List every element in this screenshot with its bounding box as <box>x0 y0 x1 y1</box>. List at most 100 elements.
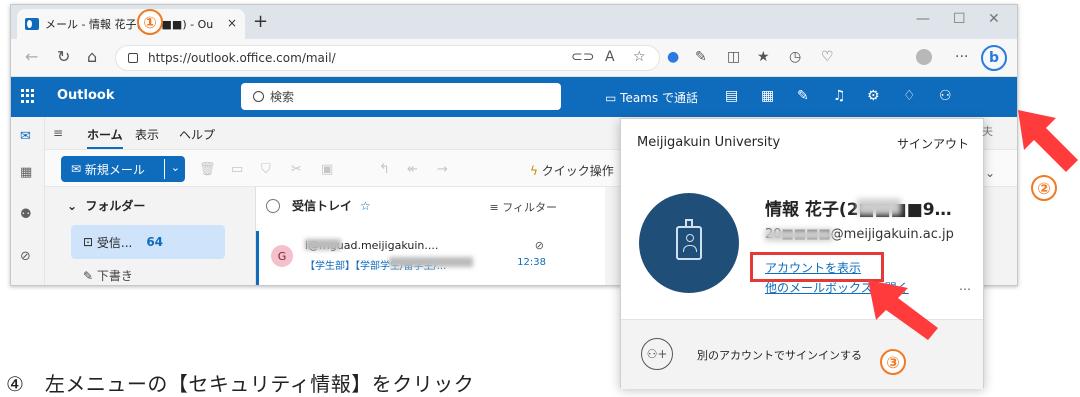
message-list: 受信トレイ ☆ ≡ フィルター G i@mguad.meijigakuin...… <box>255 187 605 285</box>
message-time: 12:38 <box>517 257 546 268</box>
favorite-star-icon[interactable]: ☆ <box>360 199 371 213</box>
favorite-star-icon[interactable]: ☆ <box>633 49 646 65</box>
filter-label: フィルター <box>502 201 557 214</box>
quick-steps-button[interactable]: ϟ クイック操作 <box>530 162 614 179</box>
lightning-icon: ϟ <box>530 164 538 178</box>
reply-all-icon[interactable]: ↞ <box>407 162 418 177</box>
browser-tab-outlook[interactable]: メール - 情報 花子(■■■■) - Ou × <box>17 9 245 39</box>
url-text: https://outlook.office.com/mail/ <box>148 51 336 65</box>
step-1-marker: ① <box>137 9 163 35</box>
lock-icon <box>128 53 138 63</box>
folder-inbox[interactable]: ⊡ 受信... 64 <box>71 225 225 259</box>
tab-title: メール - 情報 花子(■■■■) - Ou <box>45 18 214 31</box>
maximize-icon[interactable]: ☐ <box>953 11 966 27</box>
chevron-down-icon[interactable]: ⌄ <box>171 161 180 174</box>
outlook-header: Outlook 検索 ▭ Teams で通話 ▤ ▦ ✎ ♫ ⚙ ♢ ⚇ <box>11 77 1017 117</box>
forward-icon[interactable]: → <box>437 162 448 177</box>
account-person-icon[interactable]: ⚇ <box>939 88 952 104</box>
tab-help[interactable]: ヘルプ <box>179 126 215 143</box>
outlook-tab-icon <box>25 18 39 30</box>
add-person-icon: ⚇+ <box>641 338 673 370</box>
attachment-icon[interactable]: ⊘ <box>20 249 31 264</box>
app-rail: ✉ ▦ ⚉ ⊘ <box>11 117 45 285</box>
drafts-label: 下書き <box>96 269 133 283</box>
inbox-label: 受信... <box>96 235 133 250</box>
performance-icon[interactable]: ♡ <box>821 49 834 65</box>
inbox-count: 64 <box>146 235 164 249</box>
address-bar: ← ↻ ⌂ https://outlook.office.com/mail/ ⊂… <box>11 39 1017 77</box>
people-icon[interactable]: ⚉ <box>20 207 32 222</box>
attachment-icon: ⊘ <box>534 239 544 252</box>
step-2-marker: ② <box>1031 175 1057 201</box>
account-avatar <box>639 193 739 293</box>
history-icon[interactable]: ◷ <box>789 49 801 65</box>
tab-view[interactable]: 表示 <box>135 126 159 143</box>
reader-icon[interactable]: ⊂⊃ <box>571 49 594 65</box>
step-4-instruction: ④ 左メニューの【セキュリティ情報】をクリック <box>6 372 475 396</box>
arrow-2-icon <box>1018 110 1078 172</box>
organization-name: Meijigakuin University <box>637 135 781 150</box>
split-screen-icon[interactable]: ◫ <box>727 49 740 65</box>
bing-copilot-icon[interactable]: b <box>981 45 1007 71</box>
folders-header[interactable]: ⌄ フォルダー <box>67 197 145 214</box>
inbox-icon: ⊡ <box>83 235 97 249</box>
teams-call-button[interactable]: ▭ Teams で通話 <box>605 89 698 106</box>
report-icon[interactable]: ⛉ <box>261 162 271 177</box>
signout-link[interactable]: サインアウト <box>897 135 969 152</box>
minimize-icon[interactable]: — <box>916 11 930 27</box>
extensions-icon[interactable]: ✎ <box>695 49 707 65</box>
close-tab-icon[interactable]: × <box>227 16 237 30</box>
archive-icon[interactable]: ▭ <box>231 162 243 177</box>
read-aloud-icon[interactable]: A <box>605 49 615 65</box>
message-list-header: 受信トレイ ☆ <box>266 197 371 214</box>
window-close-icon[interactable]: ✕ <box>988 11 1000 27</box>
folder-pane: ⌄ フォルダー ⊡ 受信... 64 ✎ 下書き <box>45 187 255 285</box>
truncated-text: 夫 <box>982 125 993 138</box>
list-item[interactable]: G i@mguad.meijigakuin.... ⊘ 【学生部】【学部学生/留… <box>256 231 556 285</box>
tab-home[interactable]: ホーム <box>87 126 123 149</box>
envelope-icon: ✉ <box>71 162 85 176</box>
quick-steps-label: クイック操作 <box>541 164 614 178</box>
arrow-3-icon <box>868 280 938 340</box>
id-badge-icon <box>676 219 702 260</box>
chevron-down-icon[interactable]: ⌄ <box>985 166 995 180</box>
word-icon[interactable]: ▦ <box>761 88 774 104</box>
home-icon[interactable]: ⌂ <box>87 47 97 66</box>
step-3-marker: ③ <box>880 349 906 375</box>
browser-profile-avatar[interactable] <box>916 49 932 65</box>
sender-avatar: G <box>271 245 293 267</box>
new-mail-label: 新規メール <box>84 162 145 177</box>
select-all-checkbox[interactable] <box>266 198 280 213</box>
outlook-brand: Outlook <box>57 88 115 103</box>
search-placeholder: 検索 <box>270 90 295 104</box>
lightbulb-icon[interactable]: ♢ <box>903 88 916 104</box>
calendar-icon[interactable]: ▦ <box>20 165 32 180</box>
view-account-highlight <box>750 252 884 282</box>
add-account-label: 別のアカウントでサインインする <box>697 349 862 362</box>
folders-header-label: フォルダー <box>85 199 146 213</box>
list-title: 受信トレイ <box>292 199 353 213</box>
search-box[interactable]: 検索 <box>241 83 561 110</box>
gear-icon[interactable]: ⚙ <box>867 88 880 104</box>
new-tab-button[interactable]: + <box>253 11 268 32</box>
more-menu-icon[interactable]: ··· <box>955 49 968 65</box>
new-mail-button[interactable]: ✉ 新規メール ⌄ <box>61 156 185 182</box>
mail-icon[interactable]: ✉ <box>20 129 31 144</box>
chat-icon[interactable]: ▤ <box>725 88 738 104</box>
delete-icon[interactable]: 🗑 <box>199 162 216 177</box>
hamburger-menu-icon[interactable]: ≡ <box>53 126 63 140</box>
more-options-icon[interactable]: … <box>959 279 971 293</box>
extension-icon[interactable]: ● <box>667 49 679 65</box>
bell-icon[interactable]: ♫ <box>833 88 846 104</box>
favorites-icon[interactable]: ★ <box>757 49 770 65</box>
sweep-icon[interactable]: ✂ <box>291 162 302 177</box>
app-launcher-icon[interactable] <box>21 89 35 103</box>
reply-icon[interactable]: ↰ <box>379 162 390 177</box>
filter-button[interactable]: ≡ フィルター <box>490 199 558 215</box>
search-icon <box>253 91 264 102</box>
back-icon[interactable]: ← <box>25 47 38 66</box>
folder-drafts[interactable]: ✎ 下書き <box>83 267 133 284</box>
refresh-icon[interactable]: ↻ <box>57 47 70 66</box>
compose-icon[interactable]: ✎ <box>797 88 809 104</box>
move-icon[interactable]: ▣ <box>321 162 333 177</box>
